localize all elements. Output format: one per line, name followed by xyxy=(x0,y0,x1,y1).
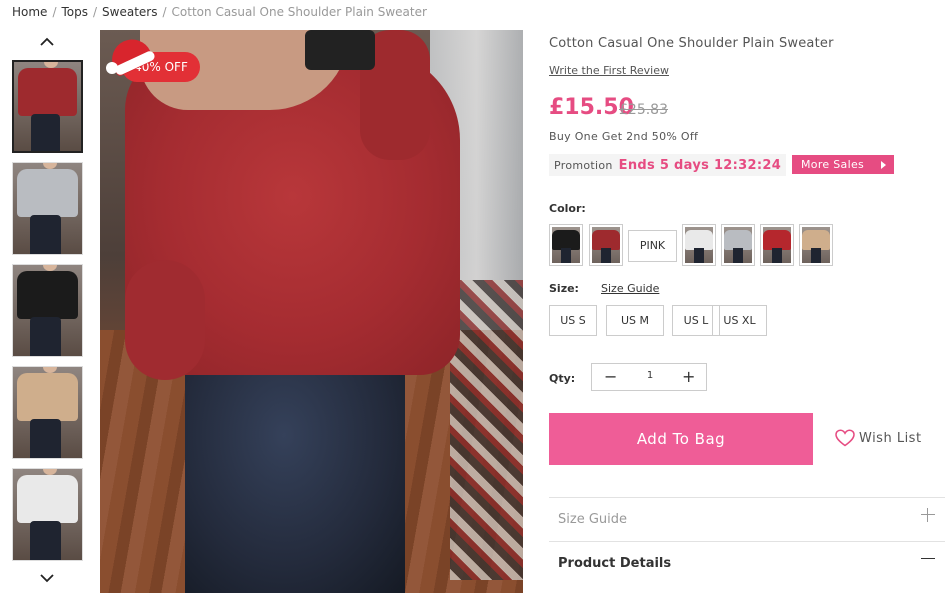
accordion-product-details[interactable]: Product Details xyxy=(549,541,945,585)
product-info: Cotton Casual One Shoulder Plain Sweater… xyxy=(549,0,947,597)
breadcrumb-sweaters[interactable]: Sweaters xyxy=(102,5,157,19)
color-option-pink[interactable]: PINK xyxy=(628,230,677,262)
add-to-bag-button[interactable]: Add To Bag xyxy=(549,413,813,465)
wish-list-label: Wish List xyxy=(859,430,922,446)
breadcrumb-current: Cotton Casual One Shoulder Plain Sweater xyxy=(171,5,427,19)
more-sales-label: More Sales xyxy=(801,158,865,171)
breadcrumb-separator: / xyxy=(52,5,57,19)
offer-text: Buy One Get 2nd 50% Off xyxy=(549,130,699,143)
promotion-countdown: Ends 5 days 12:32:24 xyxy=(618,157,782,173)
color-swatch[interactable] xyxy=(760,224,794,266)
size-guide-link[interactable]: Size Guide xyxy=(601,282,659,295)
thumbnail-image[interactable] xyxy=(12,264,83,357)
accordion-title: Size Guide xyxy=(558,512,627,527)
size-option[interactable]: US S xyxy=(549,305,597,336)
breadcrumb-separator: / xyxy=(162,5,167,19)
size-label: Size: xyxy=(549,282,579,295)
accordion-size-guide[interactable]: Size Guide xyxy=(549,497,945,541)
quantity-label: Qty: xyxy=(549,372,576,385)
color-swatch[interactable] xyxy=(589,224,623,266)
caret-right-icon xyxy=(881,161,886,169)
thumbnail-gallery xyxy=(12,30,83,597)
original-price: £25.83 xyxy=(619,102,668,118)
quantity-stepper: − 1 + xyxy=(591,363,707,391)
image-arm xyxy=(125,260,205,380)
santa-hat-ball xyxy=(106,62,118,74)
chevron-up-icon[interactable] xyxy=(39,34,55,50)
image-rug xyxy=(450,280,523,580)
promotion-label: Promotion xyxy=(554,158,613,172)
quantity-decrease-button[interactable]: − xyxy=(604,368,617,386)
size-option[interactable]: US XL xyxy=(712,305,767,336)
quantity-input[interactable]: 1 xyxy=(632,370,668,381)
breadcrumb-tops[interactable]: Tops xyxy=(61,5,88,19)
breadcrumb: Home / Tops / Sweaters / Cotton Casual One Sho… xyxy=(12,5,427,19)
write-review-link[interactable]: Write the First Review xyxy=(549,64,669,77)
size-option[interactable]: US M xyxy=(606,305,664,336)
color-swatch[interactable] xyxy=(549,224,583,266)
wish-list-button[interactable]: Wish List xyxy=(835,428,922,448)
promotion-bar: Promotion Ends 5 days 12:32:24 xyxy=(549,154,787,176)
color-swatch[interactable] xyxy=(799,224,833,266)
minus-icon xyxy=(921,552,935,566)
breadcrumb-home[interactable]: Home xyxy=(12,5,47,19)
plus-icon xyxy=(921,508,935,522)
color-label: Color: xyxy=(549,202,586,215)
thumbnail-image[interactable] xyxy=(12,468,83,561)
product-title: Cotton Casual One Shoulder Plain Sweater xyxy=(549,36,834,51)
chevron-down-icon[interactable] xyxy=(39,570,55,586)
thumbnail-image[interactable] xyxy=(12,366,83,459)
thumbnail-image[interactable] xyxy=(12,60,83,153)
image-phone xyxy=(305,30,375,70)
accordion-title: Product Details xyxy=(558,556,672,571)
breadcrumb-separator: / xyxy=(93,5,98,19)
heart-icon xyxy=(835,429,855,447)
color-swatch[interactable] xyxy=(721,224,755,266)
color-swatch[interactable] xyxy=(682,224,716,266)
thumbnail-image[interactable] xyxy=(12,162,83,255)
more-sales-button[interactable]: More Sales xyxy=(792,155,894,174)
quantity-increase-button[interactable]: + xyxy=(682,368,695,386)
discount-badge: 40% OFF xyxy=(105,32,200,88)
main-product-image[interactable] xyxy=(100,30,523,593)
